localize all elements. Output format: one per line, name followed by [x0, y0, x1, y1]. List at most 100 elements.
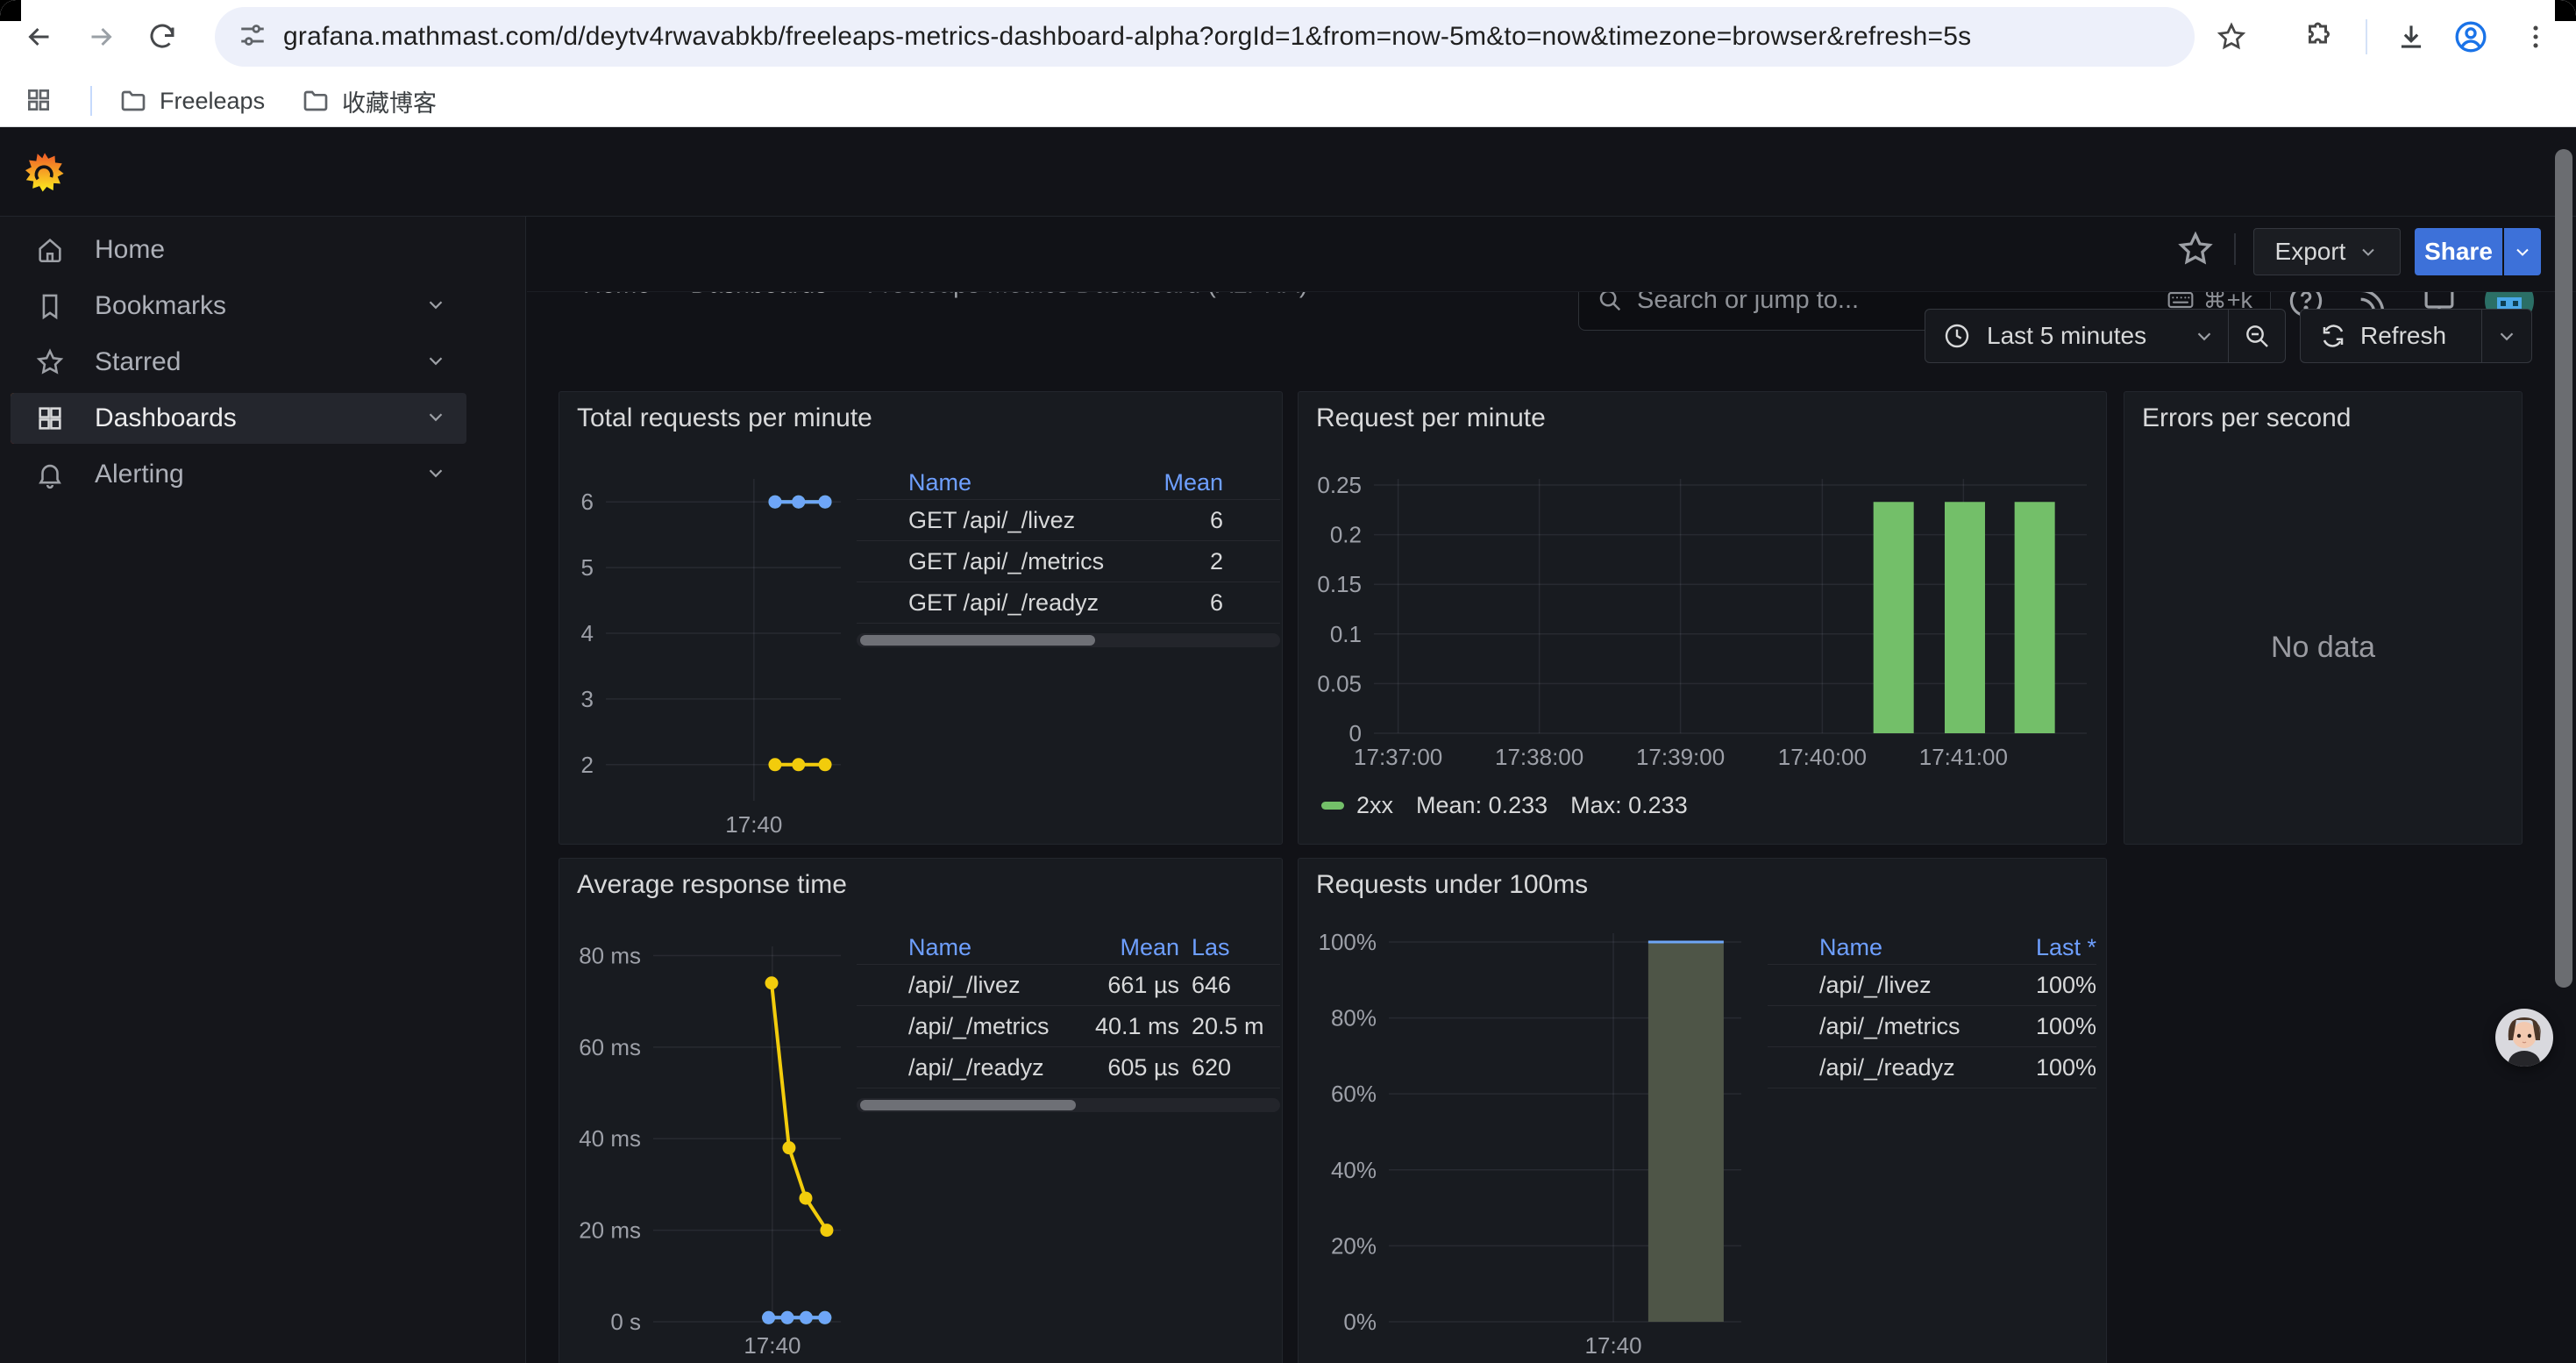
series-last: 100%	[2009, 1013, 2096, 1040]
request-per-minute-chart[interactable]: 0.250.20.150.10.05017:37:0017:38:0017:39…	[1299, 392, 2107, 845]
no-data-message: No data	[2124, 631, 2522, 665]
panel-requests-under-100ms: Requests under 100ms 100%80%60%40%20%0%1…	[1298, 858, 2107, 1363]
bell-icon	[35, 460, 65, 489]
series-name[interactable]: GET /api/_/livez	[908, 507, 1144, 534]
sidebar-item-home[interactable]: Home	[11, 225, 466, 275]
legend-scrollbar[interactable]	[857, 633, 1280, 647]
series-last: 20.5 m	[1179, 1013, 1280, 1040]
kebab-menu-icon	[2521, 22, 2551, 52]
legend-row[interactable]: /api/_/livez 661 µs 646	[857, 965, 1280, 1006]
zoom-out-icon	[2243, 322, 2271, 350]
legend-row[interactable]: /api/_/readyz 100%	[1768, 1047, 2096, 1088]
chevron-down-icon	[2495, 325, 2518, 347]
series-name[interactable]: /api/_/livez	[908, 972, 1074, 999]
svg-text:40 ms: 40 ms	[579, 1125, 641, 1152]
legend-table: Name Last * /api/_/livez 100% /api/_/met…	[1768, 931, 2096, 1088]
series-name[interactable]: /api/_/metrics	[1819, 1013, 2009, 1040]
forward-button[interactable]	[75, 11, 127, 63]
bookmarks-bar: Freeleaps 收藏博客	[0, 74, 2576, 127]
legend-item-2xx[interactable]: 2xx	[1321, 792, 1393, 819]
time-range-picker[interactable]: Last 5 minutes	[1925, 309, 2286, 363]
site-info-icon[interactable]	[238, 20, 267, 54]
export-button[interactable]: Export	[2253, 228, 2401, 275]
series-name[interactable]: /api/_/livez	[1819, 972, 2009, 999]
window-corner-left	[0, 0, 21, 21]
svg-text:0: 0	[1349, 720, 1362, 746]
chevron-down-icon	[2193, 325, 2216, 347]
bookmark-icon	[35, 291, 65, 321]
assistant-avatar[interactable]	[2495, 1009, 2553, 1067]
export-label: Export	[2275, 238, 2346, 266]
legend-col-last[interactable]: Last *	[2009, 934, 2096, 961]
sidebar-item-alerting[interactable]: Alerting	[11, 449, 466, 500]
page-scrollbar[interactable]	[2555, 149, 2572, 988]
scrollbar-thumb[interactable]	[860, 635, 1095, 646]
legend-row[interactable]: /api/_/metrics 100%	[1768, 1006, 2096, 1047]
panel-title[interactable]: Errors per second	[2142, 403, 2351, 433]
series-name[interactable]: /api/_/metrics	[908, 1013, 1074, 1040]
downloads-button[interactable]	[2385, 11, 2437, 63]
legend-row[interactable]: GET /api/_/livez 6	[857, 500, 1280, 541]
panel-request-per-minute: Request per minute 0.250.20.150.10.05017…	[1298, 391, 2107, 845]
svg-text:3: 3	[581, 686, 594, 712]
refresh-button[interactable]: Refresh	[2301, 322, 2481, 350]
legend-col-name[interactable]: Name	[908, 469, 1144, 496]
svg-text:17:40: 17:40	[725, 811, 782, 838]
sidebar-item-label: Alerting	[95, 460, 424, 489]
sidebar-item-dashboards[interactable]: Dashboards	[11, 393, 466, 444]
chevron-down-icon[interactable]	[424, 461, 447, 489]
svg-text:5: 5	[581, 554, 594, 581]
legend-row[interactable]: GET /api/_/metrics 2	[857, 541, 1280, 582]
sidebar-item-label: Home	[95, 235, 466, 265]
svg-text:40%: 40%	[1331, 1157, 1377, 1183]
apps-grid-icon	[25, 86, 53, 114]
refresh-interval-dropdown[interactable]	[2482, 325, 2531, 347]
legend-row[interactable]: /api/_/livez 100%	[1768, 965, 2096, 1006]
svg-text:0%: 0%	[1343, 1309, 1377, 1335]
legend-col-mean[interactable]: Mean	[1144, 469, 1223, 496]
series-name[interactable]: GET /api/_/readyz	[908, 589, 1144, 617]
extensions-button[interactable]	[2293, 11, 2345, 63]
series-name[interactable]: 2xx	[1356, 792, 1393, 819]
sidebar-item-starred[interactable]: Starred	[11, 337, 466, 388]
series-name[interactable]: GET /api/_/metrics	[908, 548, 1144, 575]
grafana-logo[interactable]	[25, 152, 65, 192]
series-mean: 40.1 ms	[1074, 1013, 1179, 1040]
toolbar-divider	[2234, 233, 2236, 265]
back-button[interactable]	[13, 11, 66, 63]
share-dropdown-button[interactable]	[2504, 228, 2541, 275]
profile-button[interactable]	[2444, 11, 2497, 63]
browser-menu-button[interactable]	[2509, 11, 2562, 63]
series-name[interactable]: /api/_/readyz	[908, 1054, 1074, 1081]
reload-button[interactable]	[136, 11, 189, 63]
series-mean: 6	[1144, 507, 1223, 534]
share-button[interactable]: Share	[2415, 228, 2502, 275]
sidebar-item-label: Starred	[95, 347, 424, 377]
legend-col-mean[interactable]: Mean	[1074, 934, 1179, 961]
scrollbar-thumb[interactable]	[860, 1100, 1076, 1110]
chevron-down-icon	[2512, 241, 2533, 262]
legend-col-name[interactable]: Name	[1819, 934, 2009, 961]
legend-row[interactable]: /api/_/metrics 40.1 ms 20.5 m	[857, 1006, 1280, 1047]
legend-row[interactable]: /api/_/readyz 605 µs 620	[857, 1047, 1280, 1088]
bookmark-star-button[interactable]	[2205, 11, 2258, 63]
bookmark-folder-blogs[interactable]: 收藏博客	[289, 81, 449, 121]
zoom-out-button[interactable]	[2229, 322, 2285, 350]
svg-text:0 s: 0 s	[610, 1309, 641, 1335]
address-bar[interactable]: grafana.mathmast.com/d/deytv4rwavabkb/fr…	[215, 7, 2195, 67]
bookmark-folder-freeleaps[interactable]: Freeleaps	[107, 81, 277, 121]
legend-row[interactable]: GET /api/_/readyz 6	[857, 582, 1280, 624]
chevron-down-icon[interactable]	[424, 293, 447, 320]
legend-col-last[interactable]: Las	[1179, 934, 1280, 961]
series-name[interactable]: /api/_/readyz	[1819, 1054, 2009, 1081]
clock-icon	[1943, 322, 1971, 350]
chevron-down-icon[interactable]	[424, 405, 447, 432]
chevron-down-icon[interactable]	[424, 349, 447, 376]
apps-button[interactable]	[16, 77, 61, 123]
panel-total-requests: Total requests per minute 6543217:40 Nam…	[559, 391, 1283, 845]
legend-scrollbar[interactable]	[857, 1098, 1280, 1112]
favorite-dashboard-button[interactable]	[2176, 230, 2215, 273]
legend-col-name[interactable]: Name	[908, 934, 1074, 961]
sidebar-item-bookmarks[interactable]: Bookmarks	[11, 281, 466, 332]
svg-text:2: 2	[581, 752, 594, 778]
